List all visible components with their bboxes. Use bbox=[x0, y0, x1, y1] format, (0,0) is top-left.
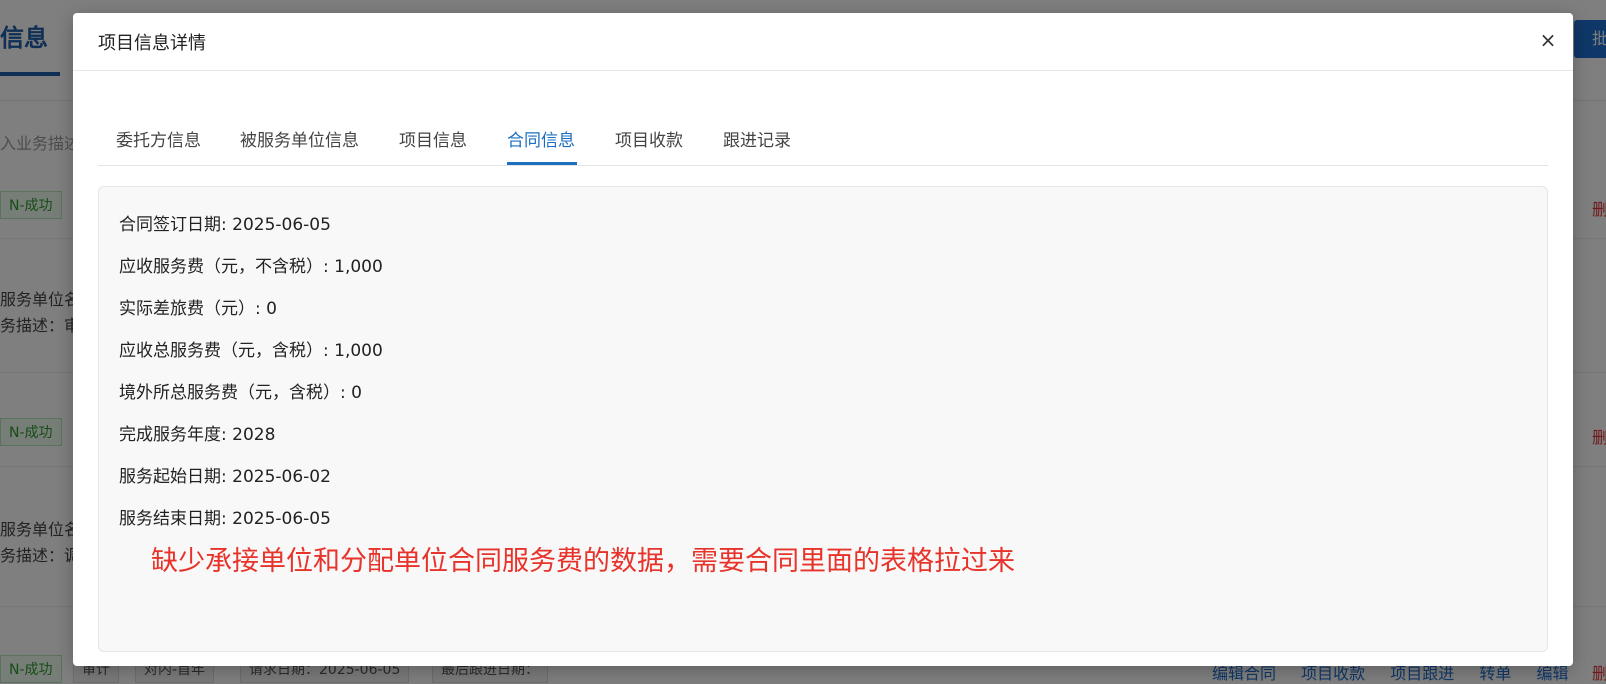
field-completion-year: 完成服务年度: 2028 bbox=[119, 425, 276, 445]
tab-served-unit-info[interactable]: 被服务单位信息 bbox=[240, 126, 359, 163]
field-actual-travel-fee: 实际差旅费（元）: 0 bbox=[119, 299, 277, 319]
tab-contract-info[interactable]: 合同信息 bbox=[507, 126, 575, 163]
modal-header: 项目信息详情 × bbox=[73, 13, 1573, 71]
tab-project-payment[interactable]: 项目收款 bbox=[615, 126, 683, 163]
field-overseas-total-fee: 境外所总服务费（元，含税）: 0 bbox=[119, 383, 362, 403]
review-annotation: 缺少承接单位和分配单位合同服务费的数据，需要合同里面的表格拉过来 bbox=[151, 546, 1015, 577]
field-service-end-date: 服务结束日期: 2025-06-05 bbox=[119, 509, 331, 529]
field-contract-sign-date: 合同签订日期: 2025-06-05 bbox=[119, 215, 331, 235]
tab-followup-records[interactable]: 跟进记录 bbox=[723, 126, 791, 163]
active-tab-indicator bbox=[507, 162, 577, 165]
tab-bar: 委托方信息 被服务单位信息 项目信息 合同信息 项目收款 跟进记录 bbox=[98, 108, 1548, 166]
project-detail-modal: 项目信息详情 × 委托方信息 被服务单位信息 项目信息 合同信息 项目收款 跟进… bbox=[73, 13, 1573, 666]
contract-info-panel: 合同签订日期: 2025-06-05 应收服务费（元，不含税）: 1,000 实… bbox=[98, 186, 1548, 652]
modal-title: 项目信息详情 bbox=[98, 33, 206, 54]
tab-project-info[interactable]: 项目信息 bbox=[399, 126, 467, 163]
tab-client-info[interactable]: 委托方信息 bbox=[116, 126, 201, 163]
field-total-receivable-fee-incl-tax: 应收总服务费（元，含税）: 1,000 bbox=[119, 341, 383, 361]
field-receivable-fee-excl-tax: 应收服务费（元，不含税）: 1,000 bbox=[119, 257, 383, 277]
field-service-start-date: 服务起始日期: 2025-06-02 bbox=[119, 467, 331, 487]
close-icon[interactable]: × bbox=[1535, 27, 1561, 53]
